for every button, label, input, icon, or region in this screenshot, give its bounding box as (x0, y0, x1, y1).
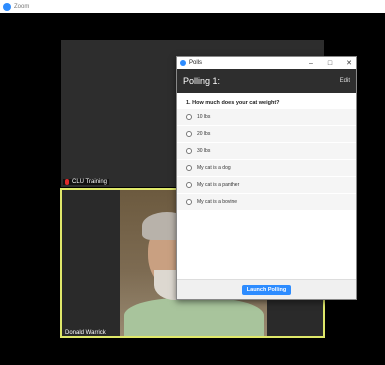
option-label: My cat is a bovine (197, 199, 238, 205)
app-titlebar: Zoom (0, 0, 385, 13)
radio-icon[interactable] (186, 182, 192, 188)
polls-titlebar: Polls – □ ✕ (177, 57, 356, 69)
zoom-logo-icon (180, 60, 186, 66)
option-label: My cat is a panther (197, 182, 240, 188)
radio-icon[interactable] (186, 148, 192, 154)
option-label: 10 lbs (197, 114, 211, 120)
poll-option[interactable]: My cat is a bovine (177, 194, 356, 211)
participant-name: CLU Training (72, 179, 108, 185)
zoom-logo-icon (3, 2, 11, 11)
edit-button[interactable]: Edit (340, 78, 350, 84)
radio-icon[interactable] (186, 131, 192, 137)
poll-options: 10 lbs 20 lbs 30 lbs My cat is a dog My … (177, 109, 356, 211)
radio-icon[interactable] (186, 114, 192, 120)
polls-footer: Launch Polling (177, 279, 356, 299)
participant-name: Donald Warrick (65, 330, 106, 336)
close-button[interactable]: ✕ (342, 57, 356, 69)
option-label: My cat is a dog (197, 165, 231, 171)
maximize-button[interactable]: □ (323, 57, 337, 69)
minimize-button[interactable]: – (304, 57, 318, 69)
poll-question: 1. How much does your cat weight? (186, 100, 280, 106)
launch-polling-button[interactable]: Launch Polling (241, 284, 292, 295)
poll-option[interactable]: 20 lbs (177, 126, 356, 143)
poll-option[interactable]: 10 lbs (177, 109, 356, 126)
poll-option[interactable]: My cat is a dog (177, 160, 356, 177)
option-label: 30 lbs (197, 148, 211, 154)
option-label: 20 lbs (197, 131, 211, 137)
muted-mic-icon (65, 179, 69, 185)
poll-option[interactable]: My cat is a panther (177, 177, 356, 194)
participant-label: CLU Training (63, 179, 110, 185)
poll-option[interactable]: 30 lbs (177, 143, 356, 160)
polls-window-title: Polls (189, 60, 203, 66)
app-title: Zoom (14, 3, 30, 10)
polls-header: Polling 1: Edit (177, 69, 356, 93)
radio-icon[interactable] (186, 199, 192, 205)
poll-title: Polling 1: (183, 76, 221, 86)
polls-window: Polls – □ ✕ Polling 1: Edit 1. How much … (176, 56, 357, 300)
radio-icon[interactable] (186, 165, 192, 171)
